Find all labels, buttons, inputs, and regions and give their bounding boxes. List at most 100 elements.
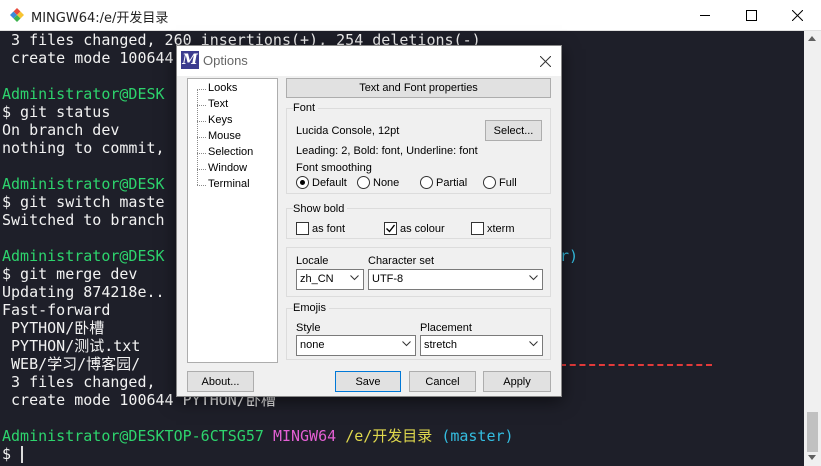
locale-value: zh_CN — [300, 273, 334, 285]
bold-as-font-checkbox[interactable]: as font — [296, 222, 345, 235]
charset-combobox[interactable]: UTF-8 — [368, 269, 543, 290]
bold-as-colour-checkbox[interactable]: as colour — [384, 222, 445, 235]
terminal-prompt-user: Administrator@DESK — [2, 85, 165, 103]
radio-icon — [357, 176, 370, 189]
select-font-button[interactable]: Select... — [485, 120, 542, 141]
section-header-button[interactable]: Text and Font properties — [286, 78, 551, 98]
charset-label: Character set — [368, 255, 435, 267]
terminal-prompt-user: Administrator@DESK — [2, 247, 165, 265]
category-tree[interactable]: Looks Text Keys Mouse Selection Window T… — [187, 78, 278, 363]
checkbox-label: xterm — [487, 222, 515, 235]
smoothing-default-radio[interactable]: Default — [296, 176, 347, 189]
show-bold-group-label: Show bold — [293, 203, 348, 215]
smoothing-full-radio[interactable]: Full — [483, 176, 517, 189]
charset-value: UTF-8 — [372, 273, 404, 285]
scroll-down-icon[interactable] — [808, 455, 816, 460]
apply-button[interactable]: Apply — [483, 371, 551, 392]
prompt-path: /e/开发目录 — [345, 427, 433, 445]
smoothing-partial-radio[interactable]: Partial — [420, 176, 467, 189]
about-label: About... — [201, 375, 240, 388]
dialog-close-button[interactable] — [531, 48, 559, 74]
minimize-button[interactable] — [682, 0, 728, 31]
terminal-line: Fast-forward — [2, 301, 111, 319]
terminal-line: WEB/学习/博客园/ — [2, 355, 141, 373]
radio-label: Partial — [436, 176, 468, 189]
terminal-input-prompt: $ — [2, 445, 12, 463]
close-button[interactable] — [774, 0, 820, 31]
cancel-label: Cancel — [425, 375, 460, 388]
emoji-placement-value: stretch — [424, 339, 458, 351]
terminal-branch-tail: r) — [560, 247, 579, 265]
terminal-line: $ git status — [2, 103, 111, 121]
save-button[interactable]: Save — [335, 371, 401, 392]
emoji-style-value: none — [300, 339, 325, 351]
window-title: MINGW64:/e/开发目录 — [31, 11, 169, 26]
terminal-scrollbar[interactable] — [804, 31, 821, 466]
font-smoothing-label: Font smoothing — [296, 162, 372, 174]
checkbox-label: as font — [312, 222, 346, 235]
terminal-line: Updating 874218e.. — [2, 283, 165, 301]
terminal-line: $ git merge dev — [2, 265, 138, 283]
checkbox-icon — [296, 222, 309, 235]
diff-stat-bar — [560, 364, 712, 366]
locale-label: Locale — [296, 255, 329, 267]
dialog-titlebar[interactable]: M Options — [177, 46, 561, 76]
chevron-down-icon — [350, 275, 359, 281]
save-label: Save — [355, 375, 381, 388]
checkbox-label: as colour — [400, 222, 445, 235]
emoji-style-label: Style — [296, 322, 321, 334]
terminal-line: 3 files changed, — [2, 373, 156, 391]
tree-item-label: Looks — [208, 82, 238, 94]
terminal-line: On branch dev — [2, 121, 120, 139]
tree-item-label: Window — [208, 162, 248, 174]
checkbox-icon — [471, 222, 484, 235]
mintty-logo-icon: M — [181, 51, 199, 69]
smoothing-none-radio[interactable]: None — [357, 176, 399, 189]
chevron-down-icon — [402, 341, 411, 347]
tree-item-label: Text — [208, 98, 229, 110]
radio-label: None — [373, 176, 400, 189]
terminal-line: Switched to branch — [2, 211, 165, 229]
locale-combobox[interactable]: zh_CN — [296, 269, 364, 290]
minimize-icon — [699, 15, 710, 16]
chevron-down-icon — [529, 275, 538, 281]
radio-selected-icon — [296, 176, 309, 189]
close-icon — [539, 55, 551, 67]
font-details: Leading: 2, Bold: font, Underline: font — [296, 145, 478, 157]
text-cursor — [21, 446, 23, 463]
terminal-prompt-user: Administrator@DESK — [2, 175, 165, 193]
maximize-icon — [745, 10, 757, 21]
prompt-user: Administrator@DESKTOP-6CTSG57 — [2, 427, 264, 445]
tree-item-label: Selection — [208, 146, 254, 158]
maximize-button[interactable] — [728, 0, 774, 31]
apply-label: Apply — [503, 375, 531, 388]
emoji-style-select[interactable]: none — [296, 335, 416, 356]
terminal-line: create mode 100644 — [2, 49, 183, 67]
emojis-group-label: Emojis — [293, 302, 330, 314]
dialog-title: Options — [203, 53, 248, 68]
font-name: Lucida Console, 12pt — [296, 125, 400, 137]
radio-label: Default — [312, 176, 347, 189]
scroll-up-icon[interactable] — [808, 36, 816, 41]
scrollbar-thumb[interactable] — [807, 412, 818, 452]
terminal-line: $ git switch maste — [2, 193, 165, 211]
radio-icon — [420, 176, 433, 189]
radio-icon — [483, 176, 496, 189]
cancel-button[interactable]: Cancel — [409, 371, 476, 392]
prompt-system: MINGW64 — [272, 427, 337, 445]
terminal-final-prompt: Administrator@DESKTOP-6CTSG57 MINGW64 /e… — [2, 427, 514, 445]
section-header-label: Text and Font properties — [359, 82, 478, 94]
close-icon — [791, 10, 803, 21]
select-font-label: Select... — [493, 124, 534, 137]
radio-label: Full — [499, 176, 517, 189]
options-dialog: M Options Looks Text Keys Mouse Selectio… — [176, 45, 562, 397]
about-button[interactable]: About... — [187, 371, 254, 392]
prompt-branch: (master) — [441, 427, 514, 445]
terminal-titlebar[interactable]: MINGW64:/e/开发目录 — [0, 0, 821, 31]
terminal-line: PYTHON/卧槽 — [2, 319, 105, 337]
bold-xterm-checkbox[interactable]: xterm — [471, 222, 515, 235]
tree-item-label: Mouse — [208, 130, 242, 142]
emoji-placement-label: Placement — [420, 322, 472, 334]
mingw-logo-icon — [10, 8, 24, 22]
emoji-placement-select[interactable]: stretch — [420, 335, 543, 356]
